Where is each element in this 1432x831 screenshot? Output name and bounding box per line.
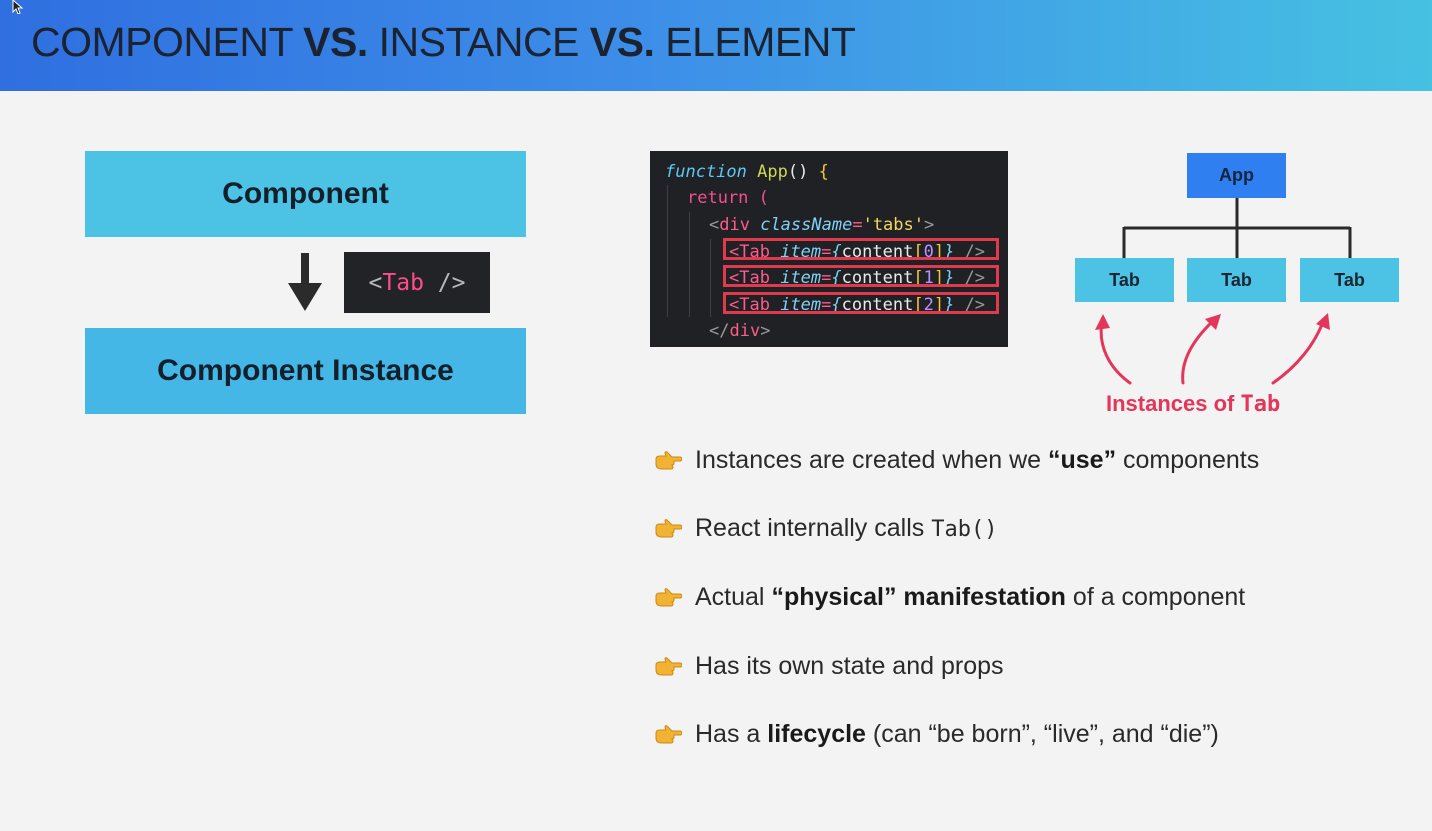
code-eq: = (852, 215, 863, 235)
bullet-code: Tab() (931, 517, 998, 542)
instances-caption: Instances of Tab (1106, 391, 1280, 417)
code-string: 'tabs' (862, 215, 924, 235)
code-paren: ( (748, 188, 769, 208)
bullet-item: Actual “physical” manifestation of a com… (654, 583, 1245, 612)
bullet-text: Instances are created when we (695, 446, 1048, 474)
title-bar: COMPONENT VS. INSTANCE VS. ELEMENT (0, 0, 1432, 91)
code-tag: div (729, 321, 761, 341)
bullet-emphasis: lifecycle (767, 720, 866, 748)
code-punc: </ (709, 321, 730, 341)
bullet-item: Has a lifecycle (can “be born”, “live”, … (654, 720, 1219, 749)
code-line-return: return ( (687, 185, 769, 211)
code-line-function: function App() { (665, 159, 829, 185)
pointing-hand-icon (655, 450, 682, 469)
bullet-item: React internally calls Tab() (654, 514, 997, 543)
tab-element-chip: < Tab /> (344, 252, 490, 313)
bullet-text: of a component (1065, 583, 1246, 611)
code-tag: div (719, 215, 750, 235)
pointing-hand-icon (655, 518, 682, 537)
tree-node-tab: Tab (1187, 258, 1286, 302)
bullet-text: components (1116, 446, 1260, 474)
pointing-hand-icon (655, 724, 682, 743)
down-arrow-icon (288, 253, 322, 311)
pointing-hand-icon (655, 587, 682, 606)
code-line-div-open: <div className='tabs'> (709, 212, 934, 238)
tree-node-tab: Tab (1075, 258, 1174, 302)
tree-node-app-label: App (1219, 165, 1254, 185)
tree-node-tab: Tab (1300, 258, 1399, 302)
code-brace: { (808, 162, 829, 182)
curved-arrow-icon (1271, 317, 1326, 385)
tab-chip-open: < (368, 269, 383, 296)
bullet-item: Instances are created when we “use” comp… (654, 446, 1259, 475)
instance-label: Component Instance (157, 354, 454, 387)
highlight-box-tab-1 (723, 265, 999, 287)
title-part-instance: INSTANCE (367, 19, 590, 65)
bullet-emphasis: “use” (1047, 446, 1117, 474)
instances-caption-text: Instances of (1106, 391, 1241, 416)
indent-guide (689, 212, 690, 317)
bullet-item: Has its own state and props (654, 652, 1004, 681)
tree-node-app: App (1187, 153, 1286, 198)
tree-node-tab-label: Tab (1334, 269, 1365, 290)
indent-guide (710, 239, 711, 317)
mouse-cursor-icon (12, 0, 24, 14)
code-punc: > (924, 215, 935, 235)
bullet-text: React internally calls (695, 514, 932, 542)
title-part-component: COMPONENT (31, 19, 304, 65)
instances-caption-code: Tab (1240, 392, 1281, 417)
indent-guide (667, 185, 668, 317)
code-keyword: function (665, 162, 747, 182)
code-return: return (687, 188, 749, 208)
code-line-div-close: </div> (709, 318, 770, 344)
slide-title: COMPONENT VS. INSTANCE VS. ELEMENT (31, 19, 856, 66)
highlight-box-tab-2 (723, 292, 999, 314)
code-parens: () (787, 162, 809, 182)
curved-arrow-icon (1181, 317, 1217, 385)
arrowhead (1316, 313, 1330, 330)
arrowhead (1095, 314, 1110, 330)
component-label: Component (222, 177, 389, 210)
bullet-text: Has a (695, 720, 768, 748)
title-part-element: ELEMENT (654, 19, 856, 65)
tab-chip-close: /> (423, 269, 466, 296)
component-instance-box: Component Instance (85, 328, 526, 414)
tree-node-tab-label: Tab (1109, 269, 1140, 290)
title-part-vs-1: VS. (303, 19, 368, 65)
bullet-emphasis: “physical” manifestation (771, 583, 1066, 611)
pointing-hand-icon (655, 656, 682, 675)
highlight-box-tab-0 (723, 238, 999, 260)
code-function-name: App (746, 162, 788, 182)
code-punc: < (709, 215, 720, 235)
bullet-text: (can “be born”, “live”, and “die”) (865, 720, 1219, 748)
bullet-text: Actual (695, 583, 772, 611)
code-punc: > (760, 321, 771, 341)
tree-node-tab-label: Tab (1221, 269, 1252, 290)
tab-chip-name: Tab (382, 269, 424, 296)
bullet-text: Has its own state and props (695, 652, 1004, 680)
code-attr: className (749, 215, 853, 235)
title-part-vs-2: VS. (589, 19, 655, 65)
component-box: Component (85, 151, 526, 237)
curved-arrow-icon (1099, 319, 1132, 385)
